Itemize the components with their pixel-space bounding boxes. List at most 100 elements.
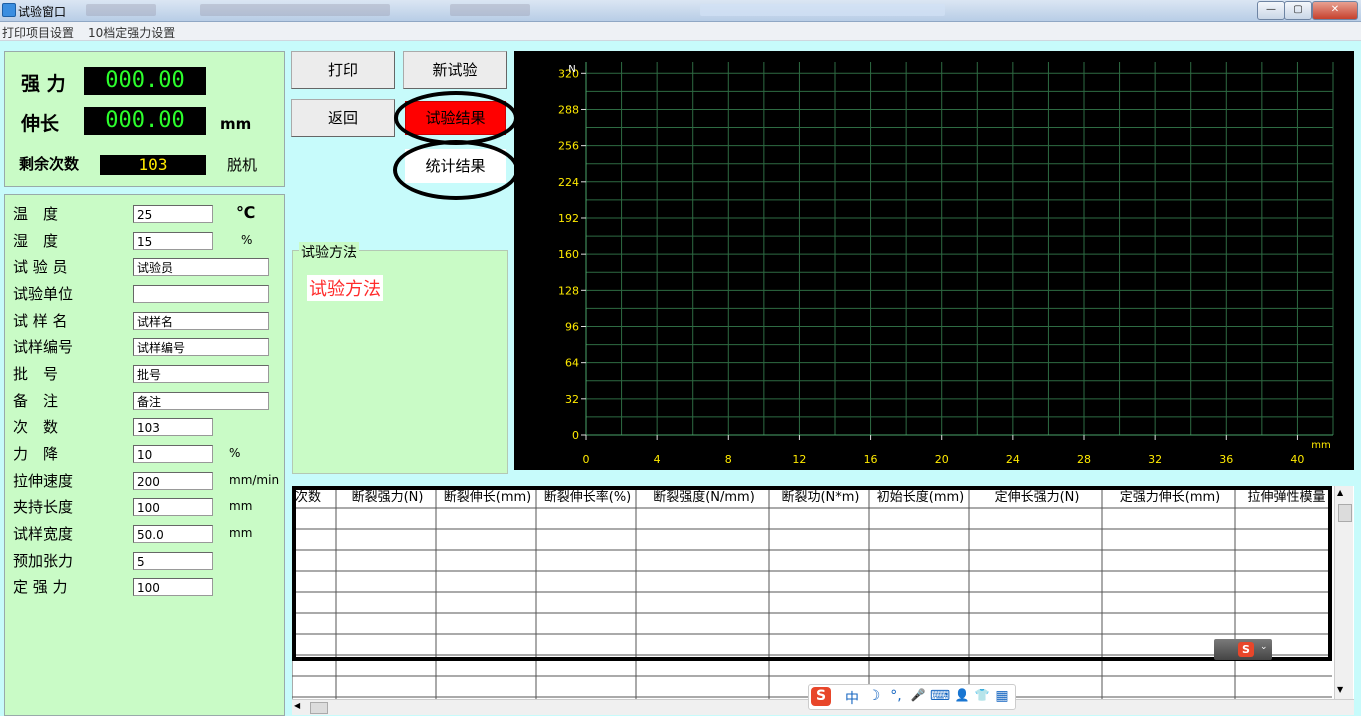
skin-icon[interactable]: 👕 [971,688,993,702]
param-label: 温 度 [13,205,59,223]
elongation-label: 伸长 [21,113,60,135]
y-tick-label: 64 [565,357,579,370]
param-label: 力 降 [13,445,59,463]
background-tab [86,4,156,16]
parameter-panel: 温 度 25 ℃ 湿 度 15 % 试 验 员 试验员 试验单位 试 样 名 试… [4,194,285,716]
clamp-length-input[interactable]: 100 [133,498,213,516]
sample-number-input[interactable]: 试样编号 [133,338,269,356]
x-tick-label: 20 [935,453,949,466]
close-button[interactable]: ✕ [1312,1,1358,20]
batch-number-input[interactable]: 批号 [133,365,269,383]
sogou-logo-icon: S [1238,642,1254,657]
ime-mini-toolbar[interactable]: S ⌄ [1214,639,1272,660]
scroll-down-icon[interactable]: ▼ [1337,685,1343,694]
elongation-unit: mm [220,115,252,133]
param-label: 试 验 员 [13,258,68,276]
scroll-thumb[interactable] [1338,504,1352,522]
method-group: 试验方法 试验方法 [292,242,508,474]
moon-icon[interactable]: ☽ [863,688,885,704]
y-tick-label: 288 [558,103,579,116]
y-tick-label: 160 [558,248,579,261]
menu-print-settings[interactable]: 打印项目设置 [2,24,74,41]
window-title: 试验窗口 [18,5,67,19]
param-label: 湿 度 [13,232,59,250]
scroll-thumb-horizontal[interactable] [310,702,328,714]
x-tick-label: 28 [1077,453,1091,466]
x-tick-label: 40 [1290,453,1304,466]
speed-input[interactable]: 200 [133,472,213,490]
param-label: 备 注 [13,392,59,410]
y-tick-label: 96 [565,320,579,333]
y-tick-label: 224 [558,176,579,189]
humidity-input[interactable]: 15 [133,232,213,250]
force-drop-input[interactable]: 10 [133,445,213,463]
scroll-left-icon[interactable]: ◀ [294,701,300,710]
microphone-icon[interactable]: 🎤 [907,688,929,702]
param-label: 定 强 力 [13,578,68,596]
force-elongation-chart: 03264961281601922242562883200 4 8 12 16 20 24 2… [558,62,1334,466]
param-unit: % [241,233,253,247]
background-tab [450,4,530,16]
highlight-rectangle [292,486,1332,661]
maximize-button[interactable]: ▢ [1284,1,1312,20]
param-unit: mm [229,526,253,540]
menu-force-settings[interactable]: 10档定强力设置 [88,24,175,41]
temperature-input[interactable]: 25 [133,205,213,223]
minimize-button[interactable]: — [1257,1,1285,20]
x-tick-label: 12 [792,453,806,466]
method-group-label: 试验方法 [299,242,359,262]
scroll-up-icon[interactable]: ▲ [1337,488,1343,497]
remaining-count-label: 剩余次数 [19,155,80,173]
x-tick-label: 24 [1006,453,1020,466]
fixed-force-input[interactable]: 100 [133,578,213,596]
x-axis-label: mm [1311,440,1330,451]
sogou-logo-icon: S [811,687,831,706]
param-label: 试样编号 [13,338,74,356]
chevron-down-icon[interactable]: ⌄ [1260,642,1268,652]
pretension-input[interactable]: 5 [133,552,213,570]
user-icon[interactable]: 👤 [951,688,973,702]
param-label: 拉伸速度 [13,472,74,490]
app-icon [2,3,16,17]
x-tick-label: 32 [1148,453,1162,466]
x-tick-label: 36 [1219,453,1233,466]
toolbox-icon[interactable]: ▦ [991,688,1013,704]
tester-input[interactable]: 试验员 [133,258,269,276]
param-label: 试验单位 [13,285,74,303]
ime-chinese-mode[interactable]: 中 [841,688,863,708]
connection-status: 脱机 [227,156,258,174]
y-tick-label: 128 [558,284,579,297]
y-tick-label: 0 [572,429,579,442]
force-label: 强 力 [21,73,66,95]
count-input[interactable]: 103 [133,418,213,436]
ime-toolbar: S 中 ☽ °, 🎤 ⌨ 👤 👕 ▦ [808,684,1016,710]
sample-width-input[interactable]: 50.0 [133,525,213,543]
method-value[interactable]: 试验方法 [307,275,383,301]
remarks-input[interactable]: 备注 [133,392,269,410]
test-unit-input[interactable] [133,285,269,303]
highlight-ellipse [394,91,518,145]
vertical-scrollbar[interactable]: ▲ ▼ [1334,486,1353,699]
param-unit: mm/min [229,473,280,487]
x-tick-label: 16 [864,453,878,466]
param-label: 次 数 [13,418,59,436]
y-tick-label: 256 [558,140,579,153]
highlight-ellipse [393,140,519,200]
menu-bar: 打印项目设置 10档定强力设置 [0,22,1361,41]
param-label: 试样宽度 [13,525,74,543]
y-tick-label: 32 [565,393,579,406]
param-unit: ℃ [236,203,256,222]
remaining-count-display: 103 [100,155,206,175]
new-test-button[interactable]: 新试验 [403,51,507,89]
sample-name-input[interactable]: 试样名 [133,312,269,330]
chart-area: 0 32 64 96 128 160 192 224 256 288 320 0 4 8 12 16 20 24 2… [514,51,1354,470]
print-button[interactable]: 打印 [291,51,395,89]
keyboard-icon[interactable]: ⌨ [929,688,951,704]
x-tick-label: 8 [725,453,732,466]
punctuation-icon[interactable]: °, [885,688,907,704]
param-label: 预加张力 [13,552,74,570]
results-table: 次数 断裂强力(N) 断裂伸长(mm) 断裂伸长率(%) 断裂强度(N/mm) 断裂功(N… [292,486,1354,708]
y-axis-label: N [568,64,575,75]
back-button[interactable]: 返回 [291,99,395,137]
title-bar: 试验窗口 — ▢ ✕ [0,0,1361,22]
